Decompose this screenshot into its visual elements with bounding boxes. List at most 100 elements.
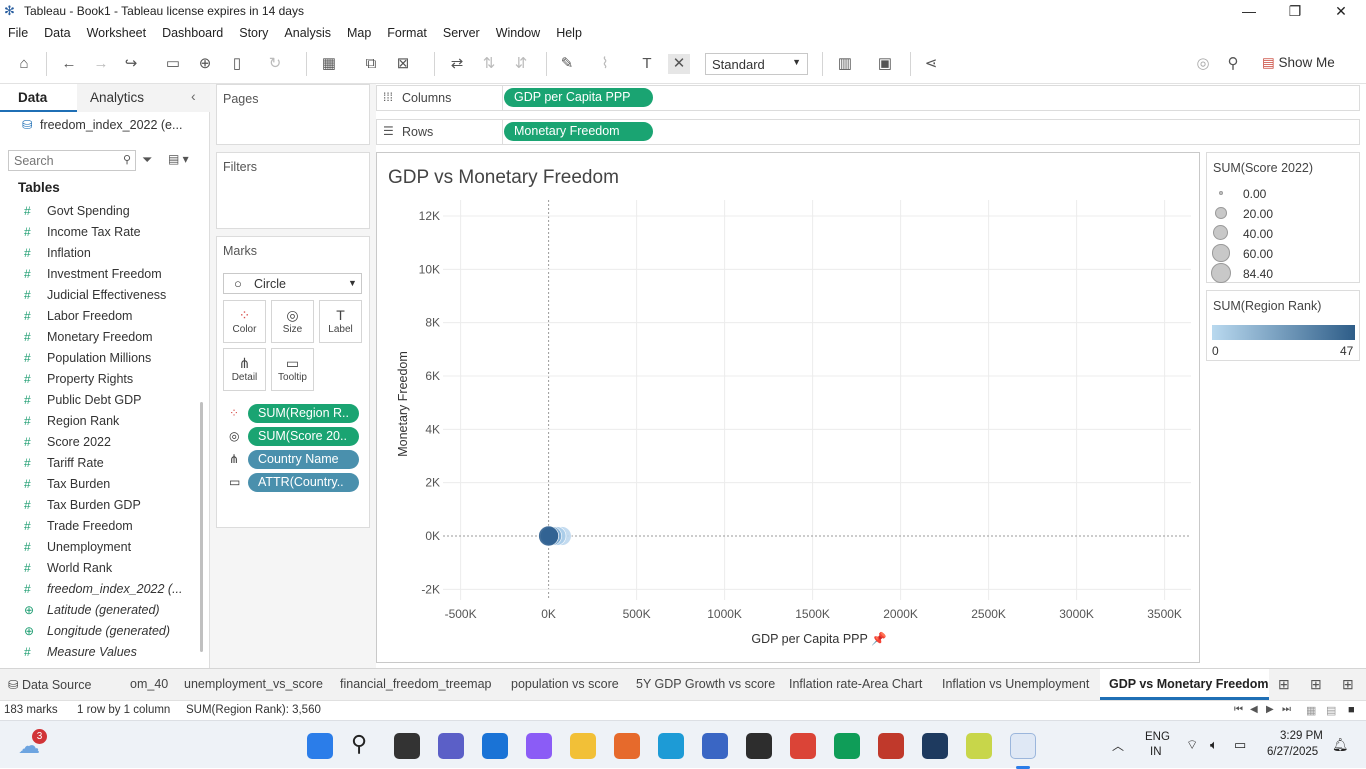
filmstrip-icon[interactable]: ▦ (1306, 704, 1316, 717)
menu-item-help[interactable]: Help (548, 22, 590, 40)
sheet-tab-active[interactable]: GDP vs Monetary Freedom (1100, 669, 1269, 700)
rows-shelf[interactable]: ☰ Rows Monetary Freedom (376, 119, 1360, 145)
chrome-profile-icon[interactable] (878, 733, 904, 759)
undo-icon[interactable]: ← (58, 54, 80, 74)
field-item[interactable]: # Population Millions (0, 348, 200, 369)
menu-item-data[interactable]: Data (36, 22, 78, 40)
scatter-chart[interactable]: -500K 0K 500K 1000K 1500K 2000K 2500K 3000K 3500… (377, 153, 1199, 662)
pin-icon[interactable]: ⚲ (1222, 54, 1244, 74)
close-button[interactable]: ✕ (1318, 0, 1364, 22)
sorter-icon[interactable]: ▤ (1326, 704, 1336, 717)
field-item[interactable]: # Govt Spending (0, 201, 200, 222)
file-explorer-icon[interactable] (570, 733, 596, 759)
mark-pill-size[interactable]: SUM(Score 20.. (248, 427, 359, 446)
duplicate-sheet-icon[interactable]: ⧉ (360, 54, 382, 74)
field-item[interactable]: # Monetary Freedom (0, 327, 200, 348)
menu-item-story[interactable]: Story (231, 22, 276, 40)
chevron-up-icon[interactable]: ︿ (1112, 737, 1124, 754)
teams-icon[interactable] (438, 733, 464, 759)
menu-item-window[interactable]: Window (488, 22, 548, 40)
mark-type-select[interactable]: ○ Circle ▼ (223, 273, 362, 294)
first-sheet-icon[interactable]: ⏮ (1234, 704, 1243, 715)
sheet-tab[interactable]: population vs score (511, 677, 619, 691)
app-icon[interactable] (966, 733, 992, 759)
menu-item-server[interactable]: Server (435, 22, 488, 40)
new-dashboard-icon[interactable]: ⊞ (1310, 676, 1322, 693)
field-item[interactable]: # Income Tax Rate (0, 222, 200, 243)
scrollbar[interactable] (200, 402, 203, 652)
label-button[interactable]: T Label (319, 300, 362, 343)
show-labels-icon[interactable]: T (636, 54, 658, 74)
task-view-icon[interactable] (394, 733, 420, 759)
field-item[interactable]: # Tax Burden GDP (0, 495, 200, 516)
wifi-icon[interactable]: ⌔ (1186, 737, 1198, 753)
field-item[interactable]: # Investment Freedom (0, 264, 200, 285)
share-icon[interactable]: ⋖ (920, 54, 942, 74)
field-item[interactable]: # Tax Burden (0, 474, 200, 495)
field-item[interactable]: ⊕ Longitude (generated) (0, 621, 200, 642)
edge-icon[interactable] (658, 733, 684, 759)
sheet-tab[interactable]: om_40 (130, 677, 168, 691)
chrome-icon[interactable] (790, 733, 816, 759)
rows-pill[interactable]: Monetary Freedom (504, 122, 653, 141)
pause-updates-icon[interactable]: ▯ (226, 54, 248, 74)
detail-button[interactable]: ⋔ Detail (223, 348, 266, 391)
notifications-icon[interactable]: 🔔︎ (1332, 737, 1349, 753)
tooltip-button[interactable]: ▭ Tooltip (271, 348, 314, 391)
field-item[interactable]: # World Rank (0, 558, 200, 579)
mark-pill-tooltip[interactable]: ATTR(Country.. (248, 473, 359, 492)
menu-item-map[interactable]: Map (339, 22, 379, 40)
show-me-button[interactable]: ▤ Show Me (1262, 55, 1335, 71)
sheet-tab[interactable]: financial_freedom_treemap (340, 677, 491, 691)
field-item[interactable]: # Score 2022 (0, 432, 200, 453)
home-icon[interactable]: ⌂ (13, 54, 35, 74)
columns-pill[interactable]: GDP per Capita PPP (504, 88, 653, 107)
menu-item-dashboard[interactable]: Dashboard (154, 22, 231, 40)
highlight-icon[interactable]: ✎ (556, 54, 578, 74)
field-item[interactable]: # Inflation (0, 243, 200, 264)
menu-item-analysis[interactable]: Analysis (276, 22, 339, 40)
swap-rows-columns-icon[interactable]: ⇄ (446, 54, 468, 74)
tabs-view-icon[interactable]: ■ (1348, 704, 1355, 716)
app-icon[interactable] (702, 733, 728, 759)
last-sheet-icon[interactable]: ⏭ (1282, 704, 1291, 715)
ask-data-icon[interactable]: ◎ (1192, 54, 1214, 74)
mark-pill-color[interactable]: SUM(Region R.. (248, 404, 359, 423)
menu-item-file[interactable]: File (0, 22, 36, 40)
search-box[interactable]: ⚲ (8, 150, 136, 171)
terminal-icon[interactable] (746, 733, 772, 759)
view-options-icon[interactable]: ▤ ▾ (168, 152, 189, 166)
sheet-tab[interactable]: Inflation vs Unemployment (942, 677, 1089, 691)
datasource-tab[interactable]: ⛁ Data Source (8, 677, 91, 692)
menu-item-worksheet[interactable]: Worksheet (79, 22, 155, 40)
collapse-icon[interactable]: ‹ (191, 88, 196, 104)
field-item[interactable]: ⊕ Latitude (generated) (0, 600, 200, 621)
columns-shelf[interactable]: ⁞⁞⁞ Columns GDP per Capita PPP (376, 85, 1360, 111)
size-button[interactable]: ◎ Size (271, 300, 314, 343)
fit-select[interactable]: Standard ▼ (705, 53, 808, 75)
color-button[interactable]: ⁘ Color (223, 300, 266, 343)
field-item[interactable]: # Judicial Effectiveness (0, 285, 200, 306)
next-sheet-icon[interactable]: ▶ (1266, 704, 1274, 715)
new-worksheet-icon[interactable]: ⊞ (1278, 676, 1290, 693)
battery-icon[interactable]: ▭ (1234, 737, 1246, 753)
sort-ascending-icon[interactable]: ⇅ (478, 54, 500, 74)
language-code[interactable]: ENG (1145, 731, 1170, 743)
menu-item-format[interactable]: Format (379, 22, 435, 40)
language-region[interactable]: IN (1150, 746, 1162, 758)
presentation-mode-icon[interactable]: ▣ (874, 54, 896, 74)
sheet-tab[interactable]: Inflation rate-Area Chart (789, 677, 922, 691)
new-worksheet-icon[interactable]: ▦ (318, 54, 340, 74)
field-item[interactable]: # Trade Freedom (0, 516, 200, 537)
fix-axes-icon[interactable]: ✕ (668, 54, 690, 74)
field-item[interactable]: # Region Rank (0, 411, 200, 432)
show-cards-icon[interactable]: ▥ (834, 54, 856, 74)
search-icon[interactable]: ⚲ (351, 731, 367, 757)
field-item[interactable]: # Public Debt GDP (0, 390, 200, 411)
field-item[interactable]: # Property Rights (0, 369, 200, 390)
volume-icon[interactable]: 🔈︎ (1210, 737, 1218, 753)
chrome-profile-icon[interactable] (834, 733, 860, 759)
restore-button[interactable]: ❐ (1272, 0, 1318, 22)
redo-icon[interactable]: → (90, 54, 112, 74)
field-item[interactable]: # Labor Freedom (0, 306, 200, 327)
